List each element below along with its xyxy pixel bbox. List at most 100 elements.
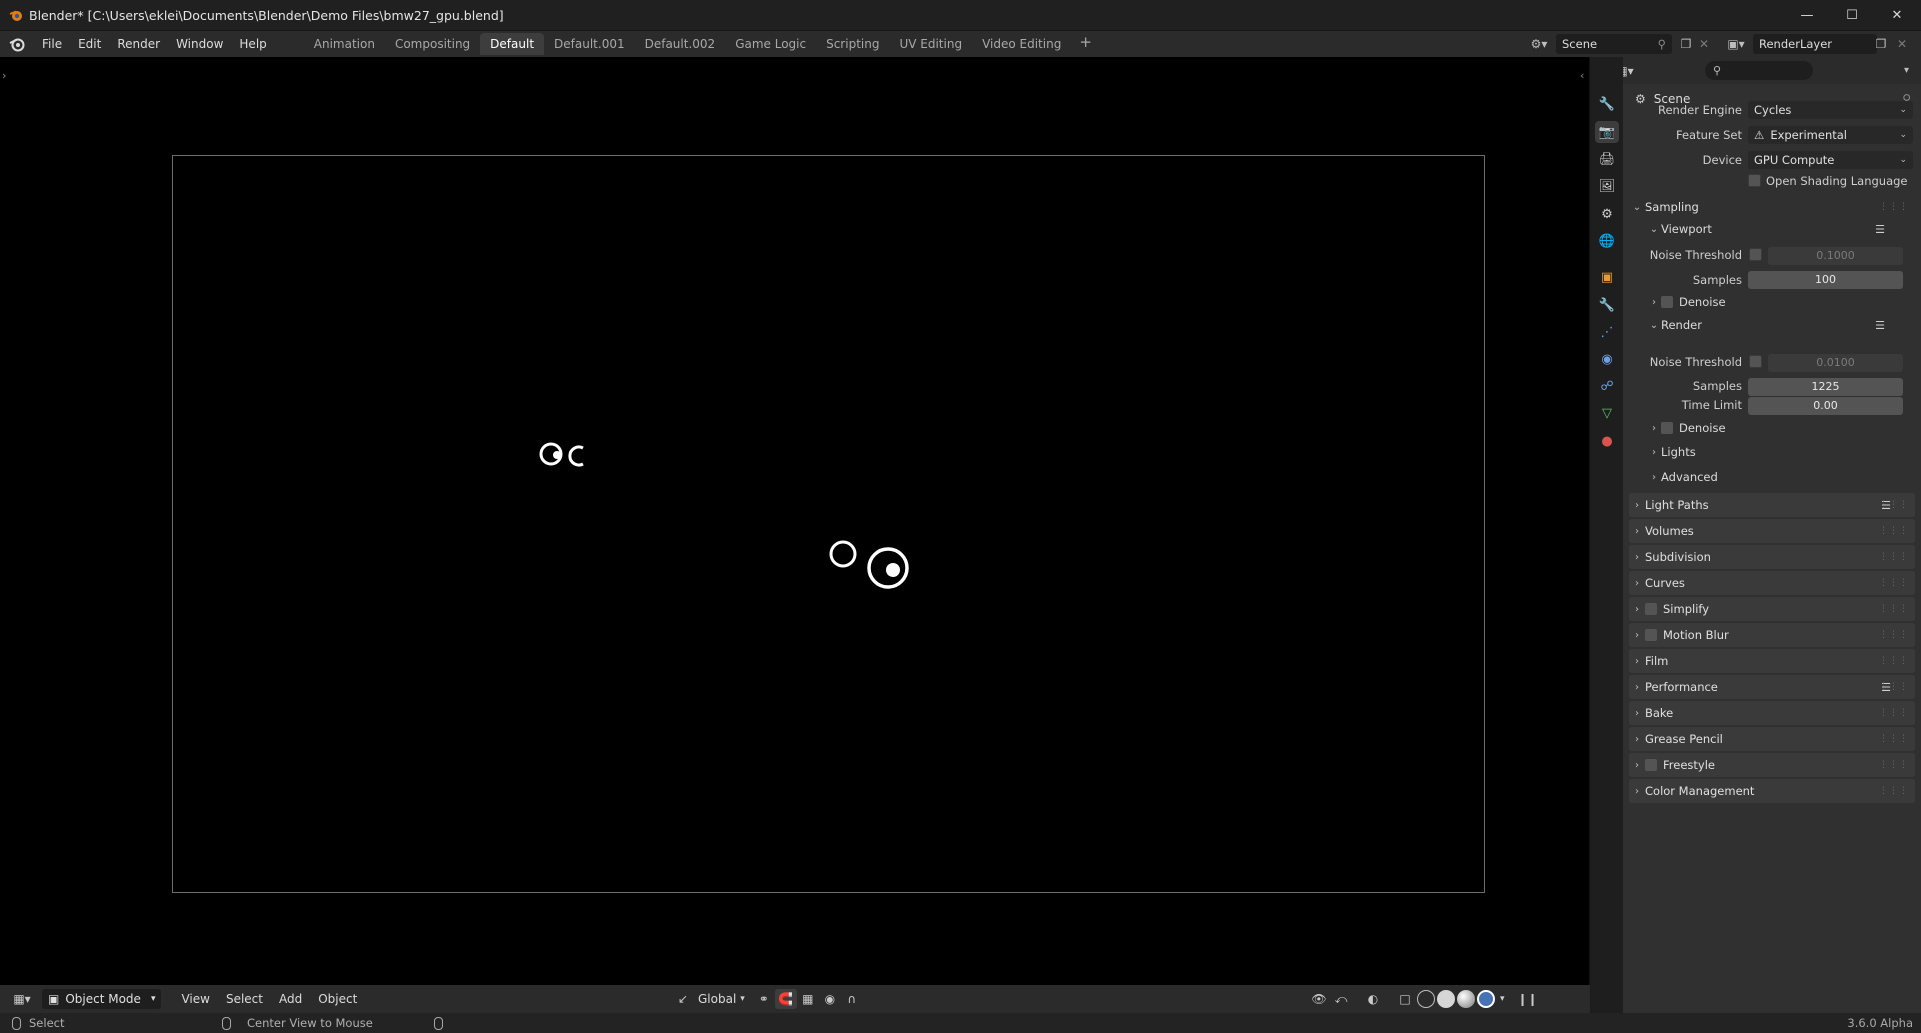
delete-layer-icon[interactable]: ✕ <box>1892 34 1912 54</box>
material-shading-icon[interactable] <box>1457 990 1475 1008</box>
drag-handle-icon[interactable]: ⋮⋮⋮ <box>1879 682 1909 692</box>
menu-render[interactable]: Render <box>109 34 168 54</box>
tab-default-001[interactable]: Default.001 <box>544 33 635 55</box>
add-workspace-button[interactable]: + <box>1071 33 1100 55</box>
presets-list-icon[interactable]: ☰ <box>1875 319 1885 332</box>
viewport-samples-field[interactable]: 100 <box>1748 271 1903 289</box>
drag-handle-icon[interactable]: ⋮⋮⋮ <box>1879 760 1909 770</box>
freestyle-panel[interactable]: › Freestyle ⋮⋮⋮ <box>1629 753 1915 777</box>
time-limit-field[interactable]: 0.00 <box>1748 397 1903 415</box>
render-tab-icon[interactable]: 📷 <box>1595 121 1619 143</box>
xray-icon[interactable]: □ <box>1394 989 1416 1009</box>
performance-panel[interactable]: › Performance ☰ ⋮⋮⋮ <box>1629 675 1915 699</box>
curves-panel[interactable]: › Curves ⋮⋮⋮ <box>1629 571 1915 595</box>
tab-game-logic[interactable]: Game Logic <box>725 33 816 55</box>
motion-blur-panel[interactable]: › Motion Blur ⋮⋮⋮ <box>1629 623 1915 647</box>
freestyle-checkbox[interactable] <box>1645 759 1657 771</box>
viewport-denoise-checkbox[interactable] <box>1661 296 1673 308</box>
render-noise-threshold-field[interactable]: 0.0100 <box>1768 354 1903 372</box>
object-menu[interactable]: Object <box>310 989 365 1009</box>
drag-handle-icon[interactable]: ⋮⋮⋮ <box>1879 526 1909 536</box>
menu-help[interactable]: Help <box>231 34 274 54</box>
3d-viewport[interactable]: › ‹ <box>0 57 1590 985</box>
minimize-icon[interactable]: — <box>1784 0 1830 31</box>
scene-browse-icon[interactable]: ⚙▾ <box>1525 34 1553 54</box>
snap-toggle-icon[interactable]: 🧲 <box>774 989 797 1009</box>
wireframe-shading-icon[interactable] <box>1417 990 1435 1008</box>
menu-window[interactable]: Window <box>168 34 231 54</box>
viewport-subpanel-header[interactable]: ⌄ Viewport ☰ <box>1647 219 1915 239</box>
gizmo-icon[interactable]: ⤺ <box>1330 989 1352 1009</box>
drag-handle-icon[interactable]: ⋮⋮⋮ <box>1879 552 1909 562</box>
object-tab-icon[interactable]: ▣ <box>1595 266 1619 288</box>
solid-shading-icon[interactable] <box>1437 990 1455 1008</box>
menu-edit[interactable]: Edit <box>70 34 109 54</box>
lights-subpanel-header[interactable]: › Lights <box>1647 442 1915 462</box>
renderlayer-selector[interactable]: RenderLayer <box>1753 34 1877 54</box>
object-mode-select[interactable]: ▣ Object Mode ▾ <box>42 989 162 1009</box>
scene-selector[interactable]: Scene ⚲ <box>1556 34 1672 54</box>
render-noise-threshold-checkbox[interactable] <box>1749 355 1762 368</box>
particles-tab-icon[interactable]: ⋰ <box>1595 321 1619 343</box>
menu-file[interactable]: File <box>34 34 70 54</box>
pause-render-icon[interactable]: ❙❙ <box>1517 989 1539 1009</box>
physics-tab-icon[interactable]: ◉ <box>1595 348 1619 370</box>
drag-handle-icon[interactable]: ⋮⋮⋮ <box>1879 734 1909 744</box>
constraints-tab-icon[interactable]: ☍ <box>1595 375 1619 397</box>
render-engine-select[interactable]: Cycles ⌄ <box>1748 101 1913 119</box>
tool-tab-icon[interactable]: 🔧 <box>1595 93 1619 115</box>
render-subpanel-header[interactable]: ⌄ Render ☰ <box>1647 315 1915 335</box>
proportional-edit-icon[interactable]: ◉ <box>819 989 841 1009</box>
delete-scene-icon[interactable]: ✕ <box>1694 34 1714 54</box>
tab-animation[interactable]: Animation <box>304 33 385 55</box>
drag-handle-icon[interactable]: ⋮⋮⋮ <box>1879 500 1909 510</box>
render-samples-field[interactable]: 1225 <box>1748 378 1903 396</box>
tab-uv-editing[interactable]: UV Editing <box>889 33 972 55</box>
visibility-icon[interactable]: 👁 <box>1308 989 1330 1009</box>
scene-tab-icon[interactable]: ⚙ <box>1595 203 1619 225</box>
blender-logo-icon[interactable] <box>9 36 25 52</box>
viewport-denoise-header[interactable]: › Denoise <box>1647 292 1915 312</box>
advanced-subpanel-header[interactable]: › Advanced <box>1647 467 1915 487</box>
layer-browse-icon[interactable]: ▣▾ <box>1722 34 1750 54</box>
film-panel[interactable]: › Film ⋮⋮⋮ <box>1629 649 1915 673</box>
drag-handle-icon[interactable]: ⋮⋮⋮ <box>1879 656 1909 666</box>
data-tab-icon[interactable]: ▽ <box>1595 402 1619 424</box>
pivot-point-icon[interactable]: ⚭ <box>753 989 775 1009</box>
osl-checkbox[interactable] <box>1748 174 1761 187</box>
new-layer-icon[interactable]: ❐ <box>1871 34 1891 54</box>
simplify-checkbox[interactable] <box>1645 603 1657 615</box>
grease-pencil-panel[interactable]: › Grease Pencil ⋮⋮⋮ <box>1629 727 1915 751</box>
search-input[interactable] <box>1725 64 1806 77</box>
close-icon[interactable]: ✕ <box>1874 0 1920 31</box>
light-paths-panel[interactable]: › Light Paths ☰ ⋮⋮⋮ <box>1629 493 1915 517</box>
snap-target-icon[interactable]: ▦ <box>797 989 819 1009</box>
view-layer-tab-icon[interactable]: 🖼 <box>1595 175 1619 197</box>
world-tab-icon[interactable]: 🌐 <box>1595 230 1619 252</box>
presets-list-icon[interactable]: ☰ <box>1875 223 1885 236</box>
motion-blur-checkbox[interactable] <box>1645 629 1657 641</box>
sampling-panel-header[interactable]: ⌄ Sampling ⋮⋮⋮ <box>1629 195 1915 219</box>
tab-default-002[interactable]: Default.002 <box>635 33 726 55</box>
render-denoise-header[interactable]: › Denoise <box>1647 418 1915 438</box>
chevron-down-icon[interactable]: ▾ <box>1500 994 1505 1004</box>
simplify-panel[interactable]: › Simplify ⋮⋮⋮ <box>1629 597 1915 621</box>
drag-handle-icon[interactable]: ⋮⋮⋮ <box>1879 202 1909 212</box>
drag-handle-icon[interactable]: ⋮⋮⋮ <box>1879 630 1909 640</box>
pin-icon[interactable]: ⚲ <box>1658 37 1666 51</box>
volumes-panel[interactable]: › Volumes ⋮⋮⋮ <box>1629 519 1915 543</box>
options-chevron-icon[interactable]: ▾ <box>1904 65 1909 76</box>
color-management-panel[interactable]: › Color Management ⋮⋮⋮ <box>1629 779 1915 803</box>
viewport-noise-threshold-field[interactable]: 0.1000 <box>1768 247 1903 265</box>
tab-video-editing[interactable]: Video Editing <box>972 33 1071 55</box>
drag-handle-icon[interactable]: ⋮⋮⋮ <box>1879 708 1909 718</box>
viewport-noise-threshold-checkbox[interactable] <box>1749 248 1762 261</box>
tab-compositing[interactable]: Compositing <box>385 33 480 55</box>
maximize-icon[interactable]: ☐ <box>1829 0 1875 31</box>
transform-orientation-select[interactable]: Global <box>694 989 740 1009</box>
bake-panel[interactable]: › Bake ⋮⋮⋮ <box>1629 701 1915 725</box>
drag-handle-icon[interactable]: ⋮⋮⋮ <box>1879 604 1909 614</box>
drag-handle-icon[interactable]: ⋮⋮⋮ <box>1879 786 1909 796</box>
material-tab-icon[interactable]: ● <box>1595 430 1619 452</box>
properties-search[interactable]: ⚲ <box>1705 61 1813 80</box>
